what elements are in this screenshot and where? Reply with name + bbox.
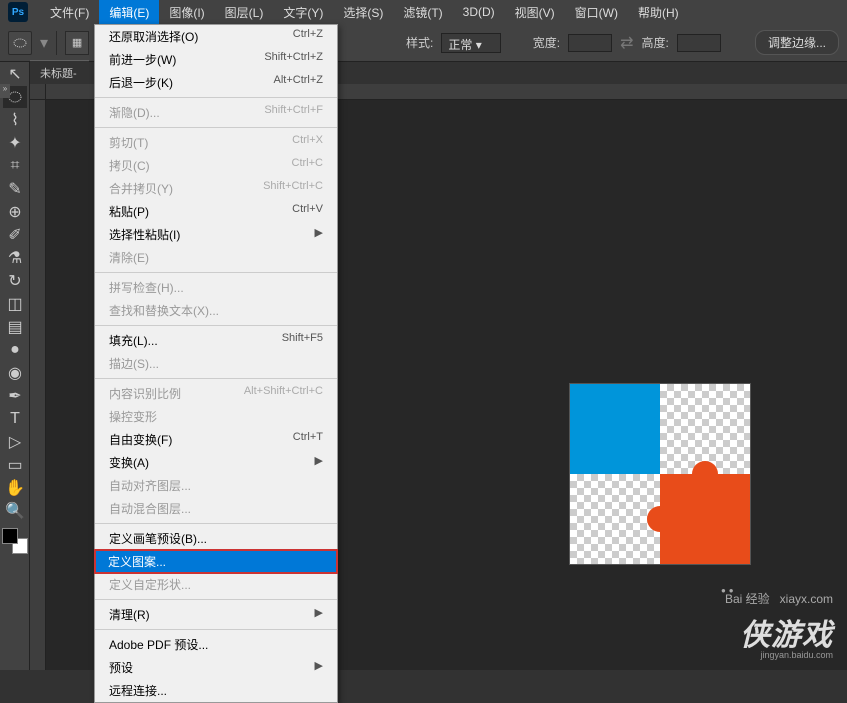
menu-separator: [95, 523, 337, 524]
width-label: 宽度:: [533, 34, 560, 51]
app-logo: Ps: [8, 2, 28, 22]
menu-help[interactable]: 帮助(H): [628, 0, 689, 25]
marquee-preset-icon[interactable]: [8, 31, 32, 55]
document-tab-bar: 未标题-: [30, 62, 89, 84]
heal-tool-icon[interactable]: ⊕: [3, 201, 27, 223]
menu-item-自动对齐图层: 自动对齐图层...: [95, 474, 337, 497]
menu-image[interactable]: 图像(I): [159, 0, 214, 25]
menu-item-还原取消选择O[interactable]: 还原取消选择(O)Ctrl+Z: [95, 25, 337, 48]
panel-flyout-icon[interactable]: »: [0, 84, 10, 98]
menu-select[interactable]: 选择(S): [333, 0, 393, 25]
menu-window[interactable]: 窗口(W): [565, 0, 628, 25]
foreground-swatch[interactable]: [2, 528, 18, 544]
menu-separator: [95, 629, 337, 630]
puzzle-piece-orange: [660, 474, 750, 564]
tools-panel: ↖ ⌇ ✦ ⌗ ✎ ⊕ ✐ ⚗ ↻ ◫ ▤ ● ◉ ✒ T ▷ ▭ ✋ 🔍: [0, 62, 30, 670]
menu-item-自由变换F[interactable]: 自由变换(F)Ctrl+T: [95, 428, 337, 451]
watermark: Bai 经验 xiayx.com 侠游戏 jingyan.baidu.com: [701, 590, 833, 660]
pen-tool-icon[interactable]: ✒: [3, 385, 27, 407]
ruler-corner: [30, 84, 46, 100]
menu-file[interactable]: 文件(F): [40, 0, 99, 25]
zoom-tool-icon[interactable]: 🔍: [3, 500, 27, 522]
menu-item-预设[interactable]: 预设▶: [95, 656, 337, 679]
ruler-vertical[interactable]: [30, 100, 46, 670]
menu-separator: [95, 378, 337, 379]
wand-tool-icon[interactable]: ✦: [3, 132, 27, 154]
menubar: Ps 文件(F) 编辑(E) 图像(I) 图层(L) 文字(Y) 选择(S) 滤…: [0, 0, 847, 24]
menu-separator: [95, 127, 337, 128]
menu-item-操控变形: 操控变形: [95, 405, 337, 428]
menu-item-后退一步K[interactable]: 后退一步(K)Alt+Ctrl+Z: [95, 71, 337, 94]
lasso-tool-icon[interactable]: ⌇: [3, 109, 27, 131]
style-select[interactable]: 正常 ▾: [441, 33, 500, 53]
menu-filter[interactable]: 滤镜(T): [393, 0, 452, 25]
menu-item-剪切T: 剪切(T)Ctrl+X: [95, 131, 337, 154]
shape-tool-icon[interactable]: ▭: [3, 454, 27, 476]
menu-item-合并拷贝Y: 合并拷贝(Y)Shift+Ctrl+C: [95, 177, 337, 200]
menu-item-拷贝C: 拷贝(C)Ctrl+C: [95, 154, 337, 177]
menu-item-变换A[interactable]: 变换(A)▶: [95, 451, 337, 474]
refine-edge-button[interactable]: 调整边缘...: [755, 30, 839, 55]
style-label: 样式:: [406, 34, 433, 51]
hand-tool-icon[interactable]: ✋: [3, 477, 27, 499]
menu-item-定义自定形状: 定义自定形状...: [95, 573, 337, 596]
selection-new-icon[interactable]: ▦: [65, 31, 89, 55]
menu-item-清理R[interactable]: 清理(R)▶: [95, 603, 337, 626]
menu-type[interactable]: 文字(Y): [273, 0, 333, 25]
eyedropper-tool-icon[interactable]: ✎: [3, 178, 27, 200]
document-tab[interactable]: 未标题-: [30, 60, 89, 84]
menu-item-自动混合图层: 自动混合图层...: [95, 497, 337, 520]
menu-item-选择性粘贴I[interactable]: 选择性粘贴(I)▶: [95, 223, 337, 246]
menu-separator: [95, 272, 337, 273]
menu-item-前进一步W[interactable]: 前进一步(W)Shift+Ctrl+Z: [95, 48, 337, 71]
menu-3d[interactable]: 3D(D): [453, 1, 505, 23]
eraser-tool-icon[interactable]: ◫: [3, 293, 27, 315]
move-tool-icon[interactable]: ↖: [3, 63, 27, 85]
height-label: 高度:: [642, 34, 669, 51]
menu-item-填充L[interactable]: 填充(L)...Shift+F5: [95, 329, 337, 352]
type-tool-icon[interactable]: T: [3, 408, 27, 430]
menu-separator: [95, 599, 337, 600]
menu-item-拼写检查H: 拼写检查(H)...: [95, 276, 337, 299]
brush-tool-icon[interactable]: ✐: [3, 224, 27, 246]
menu-item-定义画笔预设B[interactable]: 定义画笔预设(B)...: [95, 527, 337, 550]
menu-view[interactable]: 视图(V): [505, 0, 565, 25]
menu-item-清除E: 清除(E): [95, 246, 337, 269]
menu-separator: [95, 97, 337, 98]
stamp-tool-icon[interactable]: ⚗: [3, 247, 27, 269]
canvas-document[interactable]: [570, 384, 750, 564]
height-input[interactable]: [677, 34, 721, 52]
dodge-tool-icon[interactable]: ◉: [3, 362, 27, 384]
menu-item-描边S: 描边(S)...: [95, 352, 337, 375]
color-swatches[interactable]: [2, 528, 28, 554]
menu-layer[interactable]: 图层(L): [215, 0, 274, 25]
path-select-icon[interactable]: ▷: [3, 431, 27, 453]
edit-menu-dropdown: 还原取消选择(O)Ctrl+Z前进一步(W)Shift+Ctrl+Z后退一步(K…: [94, 24, 338, 703]
blur-tool-icon[interactable]: ●: [3, 339, 27, 361]
puzzle-piece-blue: [570, 384, 660, 474]
menu-item-渐隐D: 渐隐(D)...Shift+Ctrl+F: [95, 101, 337, 124]
menu-item-查找和替换文本X: 查找和替换文本(X)...: [95, 299, 337, 322]
width-input[interactable]: [568, 34, 612, 52]
menu-edit[interactable]: 编辑(E): [99, 0, 159, 25]
menu-item-Adobe-PDF-预设[interactable]: Adobe PDF 预设...: [95, 633, 337, 656]
gradient-tool-icon[interactable]: ▤: [3, 316, 27, 338]
menu-item-远程连接[interactable]: 远程连接...: [95, 679, 337, 702]
menu-item-定义图案[interactable]: 定义图案...: [94, 549, 338, 574]
menu-item-内容识别比例: 内容识别比例Alt+Shift+Ctrl+C: [95, 382, 337, 405]
menu-separator: [95, 325, 337, 326]
crop-tool-icon[interactable]: ⌗: [3, 155, 27, 177]
menu-item-粘贴P[interactable]: 粘贴(P)Ctrl+V: [95, 200, 337, 223]
history-brush-icon[interactable]: ↻: [3, 270, 27, 292]
